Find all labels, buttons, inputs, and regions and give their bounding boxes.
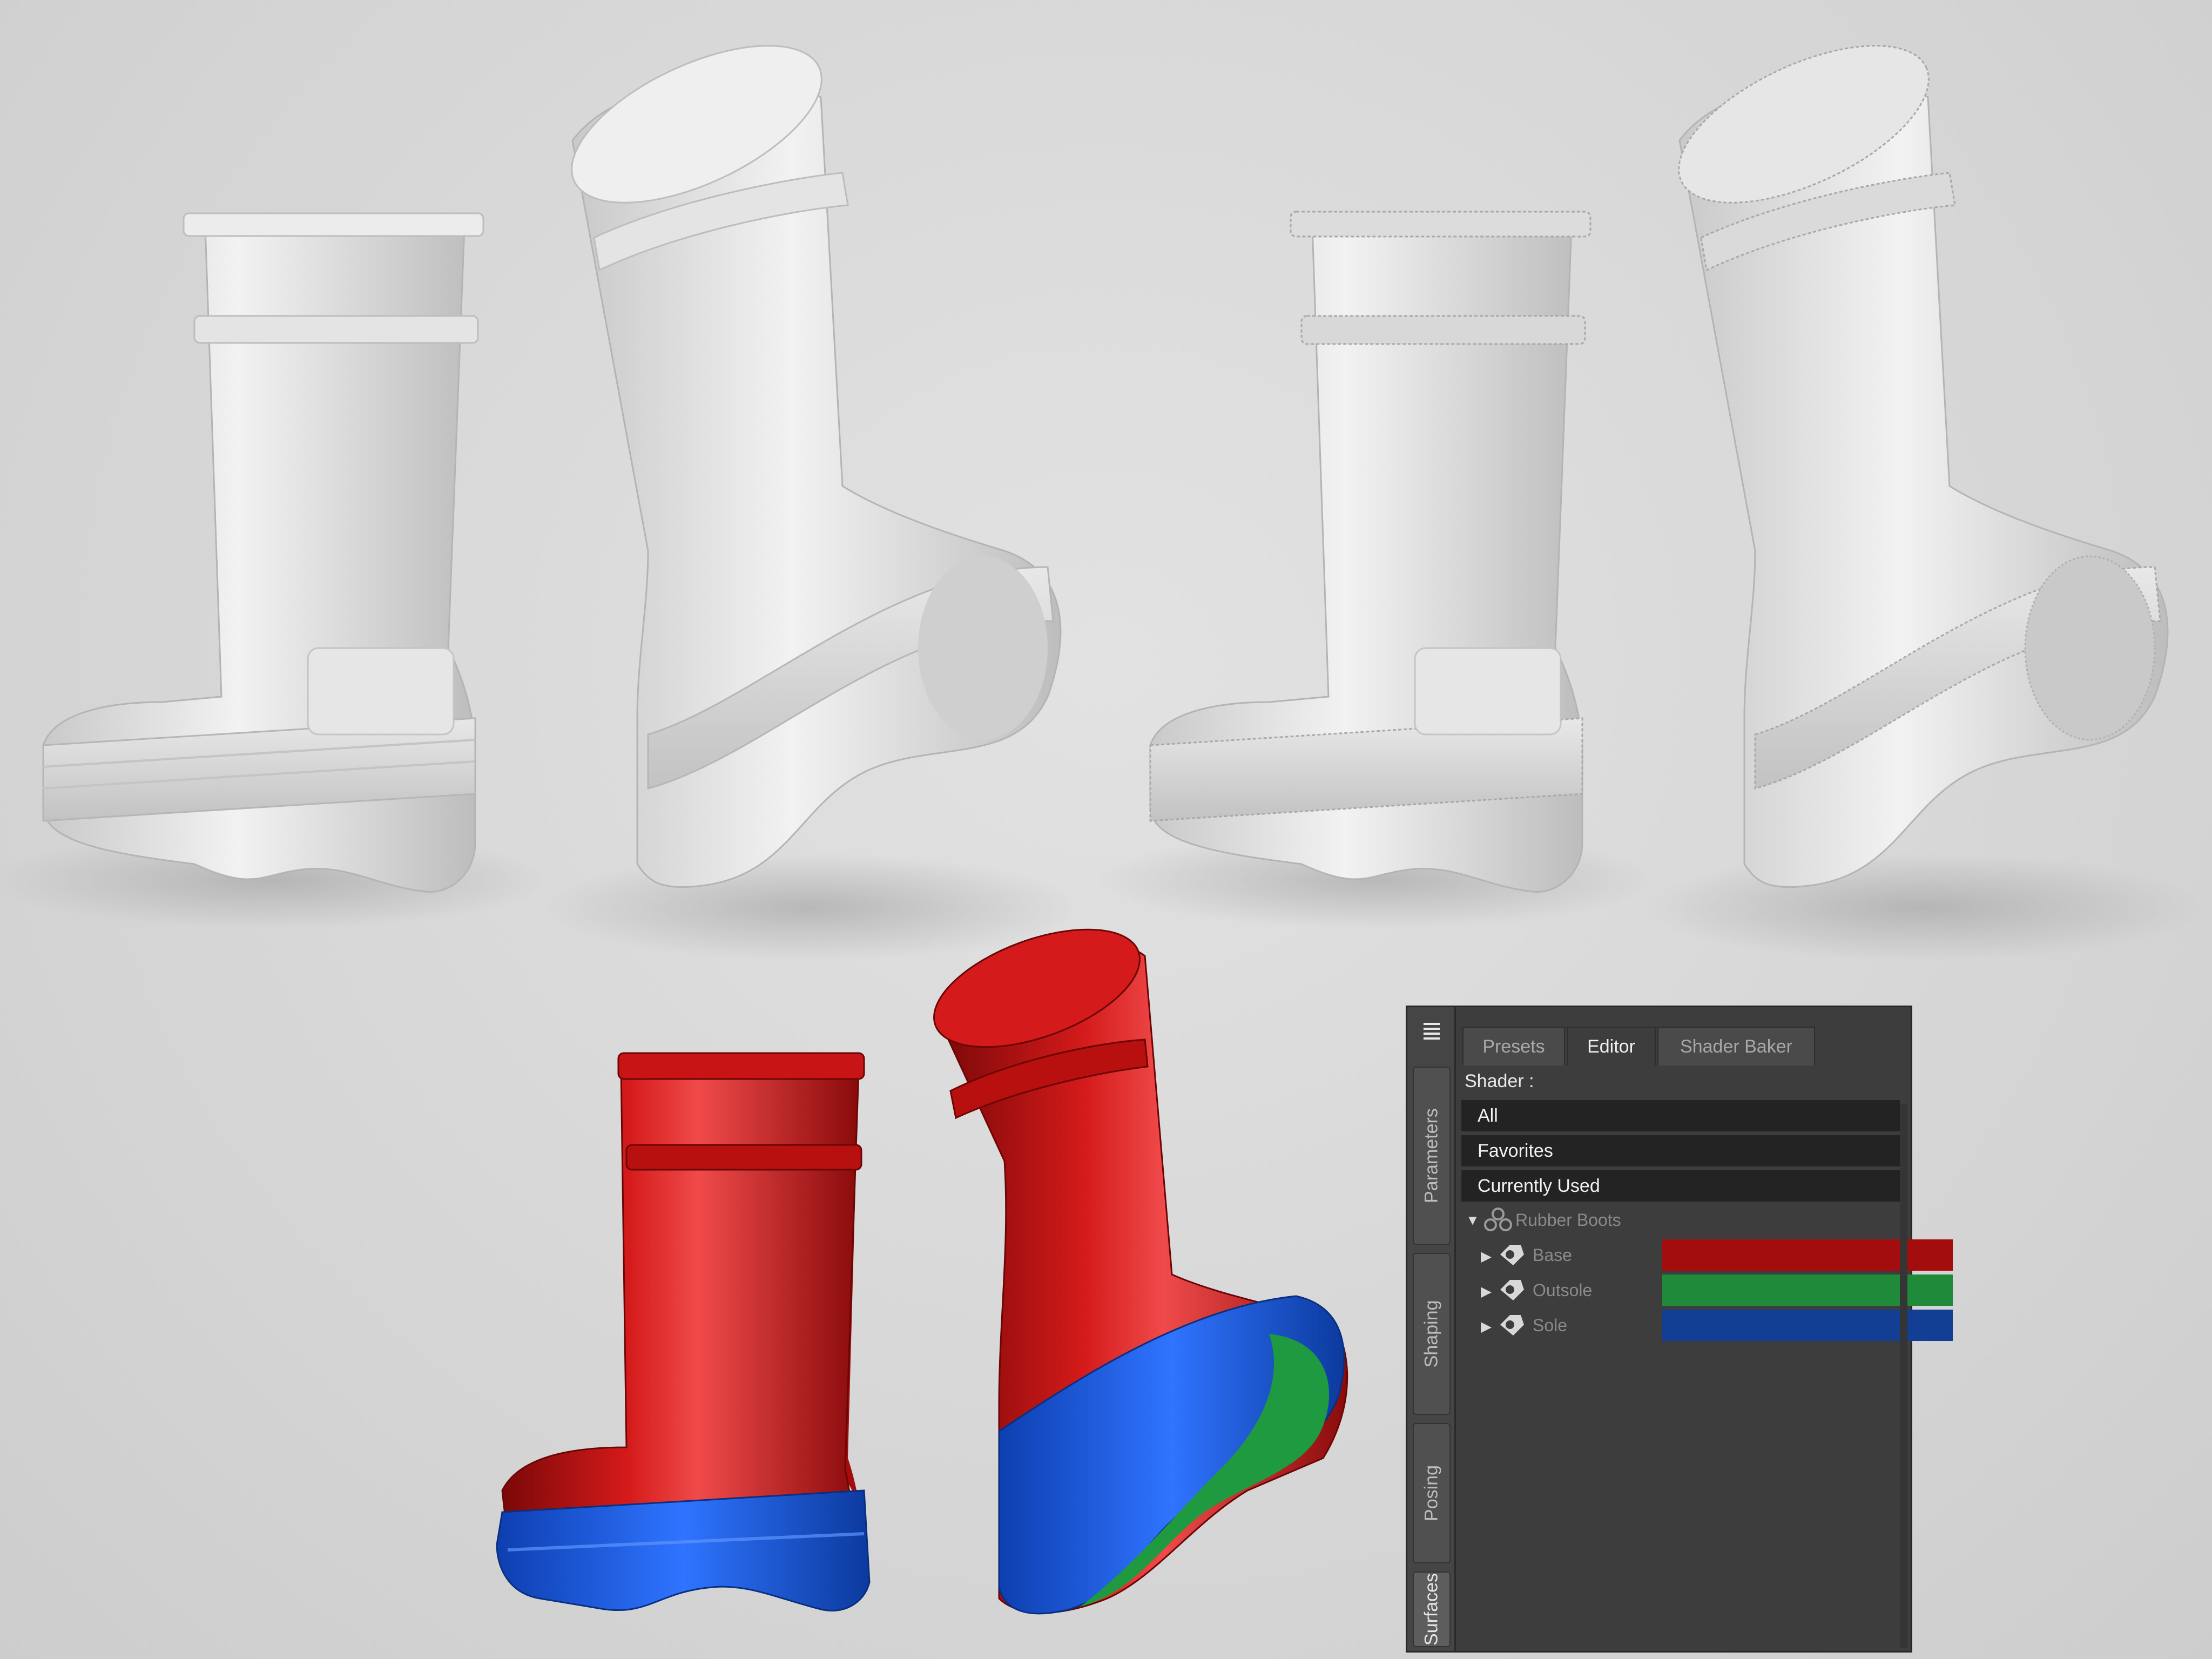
- clay-boot-front-left: [42, 212, 484, 893]
- boot-shadow: [540, 853, 1080, 961]
- surface-node-icon: [1500, 1280, 1524, 1300]
- clay-boot-front-right: [1149, 211, 1591, 893]
- side-tab-shaping[interactable]: Shaping: [1413, 1253, 1451, 1415]
- side-tab-label: Posing: [1421, 1465, 1442, 1521]
- color-boot-front: [496, 1052, 871, 1612]
- figure-node-icon: [1484, 1208, 1512, 1231]
- shader-option-currently-used[interactable]: Currently Used: [1461, 1170, 1900, 1202]
- sole-color-swatch[interactable]: [1662, 1310, 1953, 1341]
- surface-node-icon: [1500, 1315, 1524, 1336]
- shader-option-favorites[interactable]: Favorites: [1461, 1135, 1900, 1166]
- surface-node-icon: [1500, 1245, 1524, 1265]
- side-tab-parameters[interactable]: Parameters: [1413, 1067, 1451, 1245]
- side-tab-posing[interactable]: Posing: [1413, 1423, 1451, 1563]
- tab-shader-baker[interactable]: Shader Baker: [1657, 1027, 1815, 1065]
- shader-option-all[interactable]: All: [1461, 1100, 1900, 1131]
- tab-bar: Presets Editor Shader Baker: [1457, 1027, 1911, 1065]
- surface-item-label: Sole: [1533, 1316, 1568, 1335]
- surface-item-sole[interactable]: ▶ Sole: [1461, 1310, 1953, 1342]
- tab-editor[interactable]: Editor: [1567, 1027, 1656, 1065]
- expanded-triangle-icon[interactable]: ▼: [1466, 1204, 1480, 1236]
- shader-label: Shader :: [1465, 1071, 1534, 1091]
- surface-item-outsole[interactable]: ▶ Outsole: [1461, 1274, 1953, 1307]
- base-color-swatch[interactable]: [1662, 1239, 1953, 1271]
- color-boot-back: [933, 928, 1348, 1615]
- surface-item-label: Outsole: [1533, 1280, 1593, 1300]
- side-tab-label: Shaping: [1421, 1300, 1442, 1368]
- surface-item-base[interactable]: ▶ Base: [1461, 1239, 1953, 1272]
- side-tab-label: Surfaces: [1421, 1573, 1442, 1646]
- panel-scrollbar[interactable]: [1900, 1104, 1907, 1648]
- surface-tree-root[interactable]: ▼ Rubber Boots: [1461, 1204, 1900, 1236]
- surface-tree-root-label: Rubber Boots: [1515, 1210, 1621, 1230]
- boot-shadow: [1642, 853, 2203, 961]
- collapsed-triangle-icon[interactable]: ▶: [1481, 1311, 1492, 1342]
- surfaces-panel: ≣ Parameters Shaping Posing Surfaces Pre…: [1406, 1006, 1953, 1653]
- tab-presets[interactable]: Presets: [1462, 1027, 1565, 1065]
- side-tab-label: Parameters: [1421, 1108, 1442, 1203]
- side-tab-bar: ≣ Parameters Shaping Posing Surfaces: [1407, 1007, 1456, 1651]
- collapsed-triangle-icon[interactable]: ▶: [1481, 1240, 1492, 1272]
- outsole-color-swatch[interactable]: [1662, 1274, 1953, 1306]
- collapsed-triangle-icon[interactable]: ▶: [1481, 1276, 1492, 1307]
- clay-boot-back-left: [571, 45, 1062, 888]
- clay-boot-back-right: [1678, 45, 2169, 888]
- surface-item-label: Base: [1533, 1245, 1572, 1265]
- side-tab-surfaces[interactable]: Surfaces: [1413, 1572, 1451, 1647]
- panel-menu-icon[interactable]: ≣: [1417, 1017, 1446, 1046]
